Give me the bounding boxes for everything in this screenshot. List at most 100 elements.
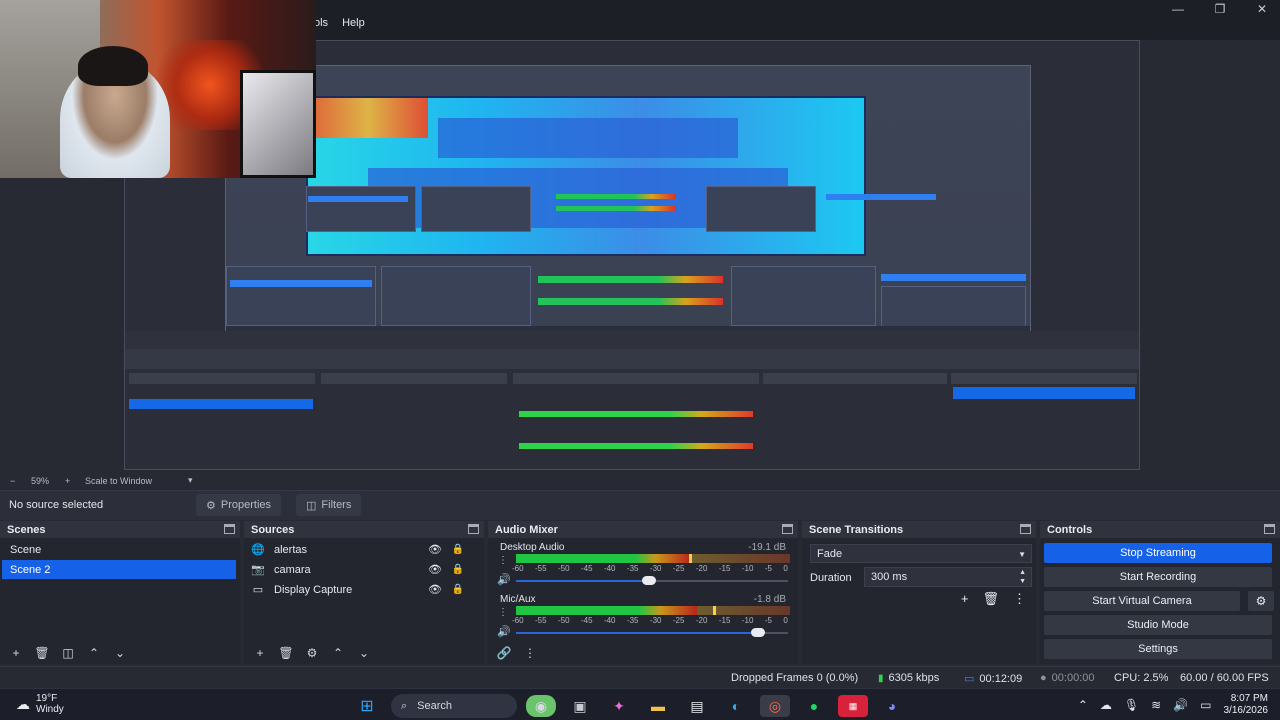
store-icon[interactable]: ▤	[682, 695, 712, 717]
properties-button[interactable]: ⚙ Properties	[196, 494, 282, 516]
restore-icon[interactable]: ❐	[1212, 2, 1228, 16]
volume-slider[interactable]	[516, 628, 788, 637]
speaker-icon[interactable]: 🔊	[497, 573, 511, 586]
clock[interactable]: 8:07 PM 3/16/2026	[1224, 693, 1269, 717]
channel-menu-icon[interactable]: ⋮	[498, 555, 508, 566]
sources-toolbar: + 🗑 ⚙ ⌃ ⌄	[244, 642, 484, 664]
webcam-overlay	[0, 0, 316, 178]
scene-item[interactable]: Scene	[2, 540, 236, 559]
start-recording-button[interactable]: Start Recording	[1044, 567, 1272, 587]
spotify-icon[interactable]: ●	[799, 695, 829, 717]
widget-icon[interactable]: ◉	[526, 695, 556, 717]
chevron-up-icon[interactable]: ⌃	[1078, 698, 1088, 712]
battery-icon[interactable]: ▭	[1200, 698, 1211, 712]
tick-label: -35	[626, 564, 639, 573]
zoom-in-icon[interactable]: +	[65, 476, 70, 486]
wind-icon: ☁	[16, 695, 30, 712]
tick-label: -55	[534, 616, 547, 625]
fps: 60.00 / 60.00 FPS	[1180, 672, 1269, 684]
filters-button[interactable]: ◫ Filters	[296, 494, 362, 516]
more-icon[interactable]: ⋮	[522, 646, 538, 660]
source-item[interactable]: ▭ Display Capture 👁 🔒	[250, 580, 476, 599]
gear-icon[interactable]: ⚙	[1248, 591, 1274, 611]
tick-label: -25	[672, 616, 685, 625]
scale-mode[interactable]: Scale to Window	[85, 476, 152, 486]
microphone-icon[interactable]: 🎙	[1124, 698, 1139, 712]
stop-streaming-button[interactable]: Stop Streaming	[1044, 543, 1272, 563]
lock-icon[interactable]: 🔒	[452, 544, 464, 555]
scenes-dock: Scenes Scene Scene 2 + 🗑 ◫ ⌃ ⌄	[0, 521, 240, 664]
gear-icon[interactable]: ⚙	[304, 646, 320, 660]
close-icon[interactable]: ✕	[1254, 2, 1270, 16]
speaker-icon[interactable]: 🔊	[497, 625, 511, 638]
lock-icon[interactable]: 🔒	[452, 564, 464, 575]
channel-menu-icon[interactable]: ⋮	[498, 607, 508, 618]
dock-float-icon[interactable]	[1264, 524, 1275, 534]
eye-icon[interactable]: 👁	[428, 543, 442, 556]
more-icon[interactable]: ⋮	[1013, 591, 1026, 607]
link-icon[interactable]: 🔗	[496, 646, 512, 660]
controls-title: Controls	[1047, 523, 1093, 536]
duration-input[interactable]: 300 ms ▲ ▼	[864, 567, 1032, 587]
move-up-icon[interactable]: ⌃	[86, 646, 102, 660]
scenes-toolbar: + 🗑 ◫ ⌃ ⌄	[0, 642, 240, 664]
copilot-icon[interactable]: ✦	[604, 695, 634, 717]
chevron-up-icon[interactable]: ▲	[1019, 569, 1026, 576]
taskbar-search[interactable]: ⌕ Search	[391, 694, 517, 718]
taskbar-apps: ⊞ ⌕ Search ◉ ▣ ✦ ▬ ▤ ◐ ◎ ● ▦ ◕	[352, 694, 907, 718]
discord-icon[interactable]: ◕	[877, 695, 907, 717]
mixer-header: Audio Mixer	[488, 521, 798, 538]
volume-icon[interactable]: 🔊	[1173, 698, 1188, 712]
folder-icon[interactable]: ▬	[643, 695, 673, 717]
studio-mode-button[interactable]: Studio Mode	[1044, 615, 1272, 635]
meter-ticks: -60 -55 -50 -45 -40 -35 -30 -25 -20 -15 -10 -5 0	[512, 564, 788, 573]
chrome-icon[interactable]: ◎	[760, 695, 790, 717]
menu-bar: ols Help	[314, 17, 365, 29]
move-down-icon[interactable]: ⌄	[112, 646, 128, 660]
add-icon[interactable]: +	[961, 591, 969, 607]
cloud-icon[interactable]: ☁	[1100, 698, 1112, 712]
source-item[interactable]: 🌐 alertas 👁 🔒	[250, 540, 476, 559]
add-icon[interactable]: +	[8, 646, 24, 660]
filter-icon[interactable]: ◫	[60, 646, 76, 660]
tick-label: -35	[626, 616, 639, 625]
trash-icon[interactable]: 🗑	[278, 646, 294, 660]
dock-float-icon[interactable]	[468, 524, 479, 534]
volume-meter	[516, 554, 790, 563]
chevron-down-icon[interactable]: ▼	[1019, 578, 1026, 585]
dock-float-icon[interactable]	[224, 524, 235, 534]
epic-games-icon[interactable]: ▦	[838, 695, 868, 717]
eye-icon[interactable]: 👁	[428, 563, 442, 576]
lock-icon[interactable]: 🔒	[452, 584, 464, 595]
edge-icon[interactable]: ◐	[721, 695, 751, 717]
source-name: alertas	[274, 543, 308, 556]
start-virtual-camera-button[interactable]: Start Virtual Camera	[1044, 591, 1240, 611]
move-down-icon[interactable]: ⌄	[356, 646, 372, 660]
add-icon[interactable]: +	[252, 646, 268, 660]
tick-label: -40	[603, 564, 616, 573]
settings-button[interactable]: Settings	[1044, 639, 1272, 659]
tick-label: -60	[512, 564, 524, 573]
menu-tools[interactable]: ols	[314, 17, 328, 29]
zoom-out-icon[interactable]: −	[10, 476, 15, 486]
dock-float-icon[interactable]	[782, 524, 793, 534]
weather-widget[interactable]: ☁ 19°F Windy	[16, 693, 64, 715]
minimize-icon[interactable]: —	[1170, 2, 1186, 16]
menu-help[interactable]: Help	[342, 17, 365, 29]
trash-icon[interactable]: 🗑	[982, 591, 999, 607]
transition-select[interactable]: Fade ▼	[810, 544, 1032, 563]
windows-start-icon[interactable]: ⊞	[352, 695, 382, 717]
trash-icon[interactable]: 🗑	[34, 646, 50, 660]
volume-slider[interactable]	[516, 576, 788, 585]
eye-icon[interactable]: 👁	[428, 583, 442, 596]
move-up-icon[interactable]: ⌃	[330, 646, 346, 660]
scene-item-selected[interactable]: Scene 2	[2, 560, 236, 579]
tick-label: -60	[512, 616, 524, 625]
chevron-down-icon[interactable]: ▾	[188, 475, 193, 486]
source-item[interactable]: 📷 camara 👁 🔒	[250, 560, 476, 579]
task-view-icon[interactable]: ▣	[565, 695, 595, 717]
dock-float-icon[interactable]	[1020, 524, 1031, 534]
channel-db: -1.8 dB	[753, 594, 786, 605]
wifi-icon[interactable]: ≋	[1151, 698, 1161, 712]
tick-label: -45	[580, 564, 593, 573]
